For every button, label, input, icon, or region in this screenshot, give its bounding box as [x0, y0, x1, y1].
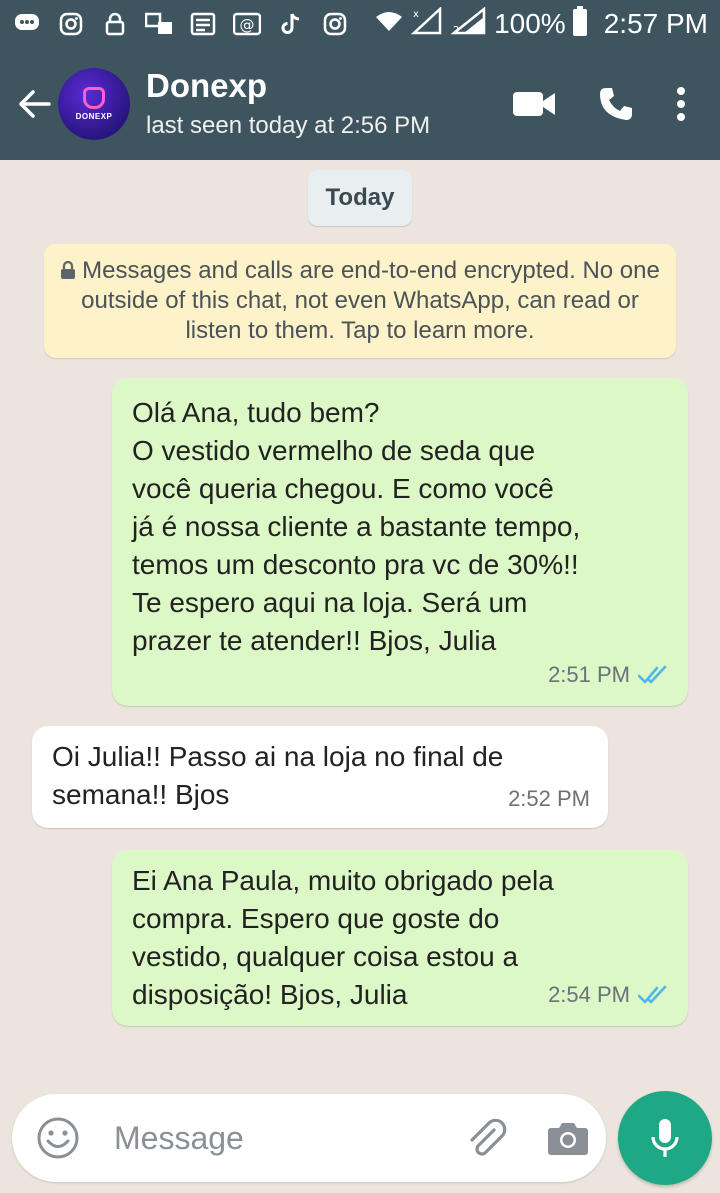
video-call-button[interactable] [512, 89, 556, 119]
last-seen: last seen today at 2:56 PM [146, 112, 431, 139]
read-ticks-icon [638, 665, 667, 684]
back-button[interactable] [6, 76, 62, 132]
camera-button[interactable] [544, 1114, 592, 1162]
message-time: 2:54 PM [548, 982, 630, 1007]
voice-message-button[interactable] [618, 1091, 712, 1185]
chat-area[interactable]: Today Messages and calls are end-to-end … [0, 160, 720, 1193]
news-icon [188, 9, 218, 39]
lock-icon [61, 260, 76, 279]
camera-icon [548, 1123, 588, 1155]
signal-icon: 2 [450, 5, 488, 42]
messages-icon [12, 9, 42, 39]
message-input[interactable] [114, 1119, 444, 1157]
outgoing-message[interactable]: Olá Ana, tudo bem? O vestido vermelho de… [112, 378, 688, 706]
encryption-notice[interactable]: Messages and calls are end-to-end encryp… [44, 244, 676, 358]
svg-text:2: 2 [453, 25, 459, 35]
composer [12, 1094, 606, 1182]
svg-text:x: x [413, 9, 419, 20]
message-text: Olá Ana, tudo bem? O vestido vermelho de… [132, 397, 581, 656]
more-vertical-icon [677, 87, 685, 121]
signal-icon: x [410, 5, 444, 42]
attach-button[interactable] [462, 1114, 510, 1162]
battery-icon [572, 5, 588, 43]
more-options-button[interactable] [676, 86, 686, 122]
smiley-icon [37, 1117, 79, 1159]
status-time: 2:57 PM [603, 8, 708, 39]
wifi-icon [374, 8, 404, 40]
translate-icon [144, 9, 174, 39]
encryption-notice-text: Messages and calls are end-to-end encryp… [81, 257, 660, 344]
arrow-left-icon [19, 90, 51, 118]
email-icon: @ [232, 9, 262, 39]
date-chip: Today [308, 170, 412, 226]
status-bar: @ x 2 100% 2:57 PM [0, 0, 720, 48]
lock-icon [100, 9, 130, 39]
voice-call-button[interactable] [598, 86, 634, 122]
svg-text:@: @ [240, 16, 255, 34]
video-camera-icon [513, 92, 555, 116]
contact-info[interactable]: Donexp last seen today at 2:56 PM [146, 66, 430, 142]
incoming-message[interactable]: Oi Julia!! Passo ai na loja no final de … [32, 726, 608, 828]
message-time: 2:51 PM [548, 662, 630, 687]
outgoing-message[interactable]: Ei Ana Paula, muito obrigado pela compra… [112, 850, 688, 1026]
read-ticks-icon [638, 985, 667, 1004]
chat-header: DONEXP Donexp last seen today at 2:56 PM [0, 48, 720, 160]
paperclip-icon [470, 1118, 507, 1156]
microphone-icon [651, 1119, 679, 1157]
instagram-icon [56, 9, 86, 39]
instagram-icon [320, 9, 350, 39]
contact-name: Donexp [146, 67, 268, 104]
battery-percent: 100% [494, 8, 566, 39]
message-time: 2:52 PM [508, 786, 590, 811]
tiktok-icon [276, 9, 306, 39]
emoji-button[interactable] [30, 1110, 86, 1166]
logo-icon [83, 87, 105, 109]
phone-icon [600, 88, 632, 120]
avatar[interactable]: DONEXP [58, 68, 130, 140]
avatar-text: DONEXP [75, 112, 113, 121]
